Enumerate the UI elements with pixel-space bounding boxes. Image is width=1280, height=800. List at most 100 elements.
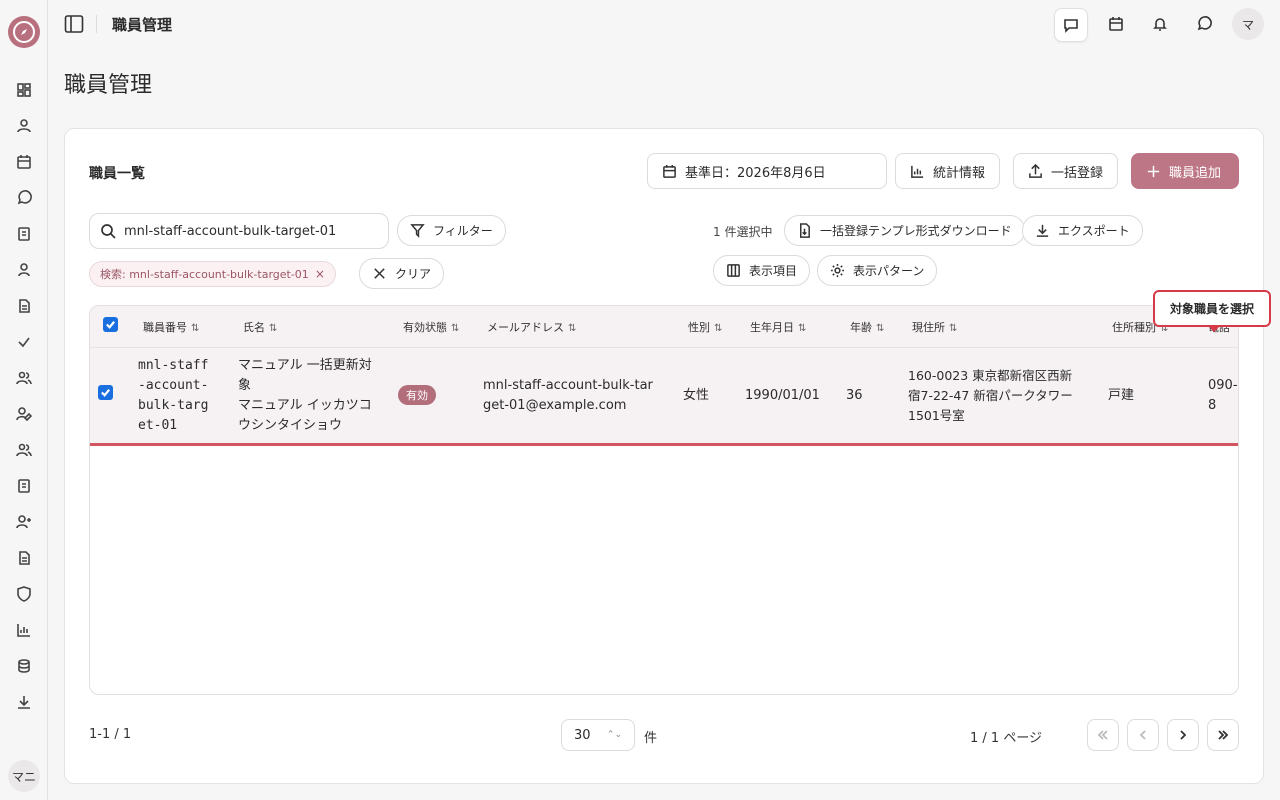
col-staff-no[interactable]: 職員番号 ⇅ <box>143 319 199 335</box>
sort-icon: ⇅ <box>798 323 807 334</box>
add-staff-button[interactable]: 職員追加 <box>1131 153 1239 189</box>
filter-icon <box>410 224 425 238</box>
sort-icon: ⇅ <box>451 323 460 334</box>
next-page-button[interactable] <box>1167 719 1199 751</box>
download-icon <box>1036 224 1049 237</box>
export-button[interactable]: エクスポート <box>1022 215 1143 246</box>
calendar-icon[interactable] <box>1100 8 1132 40</box>
calendar-icon[interactable] <box>14 152 34 172</box>
prev-page-button[interactable] <box>1127 719 1159 751</box>
address-line: 160-0023 東京都新宿区西新 <box>908 368 1073 383</box>
table-header: 職員番号 ⇅ 氏名 ⇅ 有効状態 ⇅ メールアドレス ⇅ 性別 ⇅ 生年月日 ⇅ 年齢 ⇅ 現… <box>90 306 1238 348</box>
search-input[interactable] <box>124 223 374 239</box>
shield-icon[interactable] <box>14 584 34 604</box>
cell-phone: 090- 8 <box>1208 376 1238 416</box>
select-arrows-icon: ⌃⌄ <box>606 730 622 740</box>
col-email-label: メールアドレス <box>487 321 564 334</box>
users-icon[interactable] <box>14 368 34 388</box>
bell-icon[interactable] <box>1144 8 1176 40</box>
add-staff-label: 職員追加 <box>1169 165 1222 181</box>
col-status[interactable]: 有効状態 ⇅ <box>403 319 459 335</box>
person-icon[interactable] <box>14 260 34 280</box>
col-gender[interactable]: 性別 ⇅ <box>688 319 722 335</box>
staff-no-line: et-01 <box>138 418 178 433</box>
bar-chart-icon <box>911 165 924 178</box>
per-page-value: 30 <box>574 727 591 743</box>
table-row[interactable]: mnl-staff -account- bulk-targ et-01 マニュア… <box>90 348 1238 446</box>
col-birthdate-label: 生年月日 <box>750 321 794 334</box>
message-icon[interactable] <box>1054 8 1088 42</box>
search-box <box>89 213 389 249</box>
database-icon[interactable] <box>14 656 34 676</box>
select-all-checkbox[interactable] <box>103 317 118 332</box>
address-line: 1501号室 <box>908 408 965 423</box>
file-download-icon <box>800 223 810 238</box>
col-name[interactable]: 氏名 ⇅ <box>243 319 277 335</box>
sidebar-user-avatar[interactable]: マニ <box>8 760 40 792</box>
file-icon[interactable] <box>14 296 34 316</box>
download-icon[interactable] <box>14 692 34 712</box>
user-plus-icon[interactable] <box>14 512 34 532</box>
app-title: 職員管理 <box>112 16 173 34</box>
list-icon[interactable] <box>14 476 34 496</box>
search-icon <box>101 224 116 239</box>
top-bar: 職員管理 マ <box>48 0 1280 48</box>
user-edit-icon[interactable] <box>14 404 34 424</box>
cell-gender: 女性 <box>683 388 710 403</box>
chat-icon[interactable] <box>1188 8 1220 40</box>
phone-line: 090- <box>1208 378 1238 393</box>
bulk-register-button[interactable]: 一括登録 <box>1013 153 1119 189</box>
row-checkbox[interactable] <box>98 385 113 400</box>
selected-count: 1 件選択中 <box>713 225 773 239</box>
report-icon[interactable] <box>14 548 34 568</box>
dashboard-icon[interactable] <box>14 80 34 100</box>
col-address-label: 現住所 <box>912 321 945 334</box>
plus-icon <box>1147 165 1160 177</box>
status-badge: 有効 <box>398 385 436 405</box>
sidebar-toggle-icon[interactable] <box>64 14 84 34</box>
sort-icon: ⇅ <box>269 323 278 334</box>
display-pattern-label: 表示パターン <box>853 264 925 278</box>
col-age-label: 年齢 <box>850 321 872 334</box>
col-birthdate[interactable]: 生年月日 ⇅ <box>750 319 806 335</box>
col-address[interactable]: 現住所 ⇅ <box>912 319 957 335</box>
sort-icon: ⇅ <box>191 323 200 334</box>
columns-button[interactable]: 表示項目 <box>713 255 811 286</box>
col-staff-no-label: 職員番号 <box>143 321 187 334</box>
stats-button[interactable]: 統計情報 <box>895 153 1001 189</box>
result-range: 1-1 / 1 <box>89 727 132 742</box>
app-logo[interactable] <box>8 16 40 48</box>
chart-icon[interactable] <box>14 620 34 640</box>
group-icon[interactable] <box>14 440 34 460</box>
clear-button[interactable]: クリア <box>359 258 445 289</box>
sort-icon: ⇅ <box>568 323 577 334</box>
check-icon[interactable] <box>14 332 34 352</box>
template-download-button[interactable]: 一括登録テンプレ形式ダウンロード <box>784 215 1025 246</box>
last-page-button[interactable] <box>1207 719 1239 751</box>
staff-table: 職員番号 ⇅ 氏名 ⇅ 有効状態 ⇅ メールアドレス ⇅ 性別 ⇅ 生年月日 ⇅ 年齢 ⇅ 現… <box>89 305 1239 695</box>
col-status-label: 有効状態 <box>403 321 447 334</box>
chat-icon[interactable] <box>14 188 34 208</box>
per-page-select[interactable]: 30 ⌃⌄ <box>561 719 635 751</box>
staff-list-card: 職員一覧 基準日：2026年8月6日 統計情報 一括登録 職員追加 フィルター … <box>64 128 1271 784</box>
cell-staff-no: mnl-staff -account- bulk-targ et-01 <box>138 356 208 436</box>
first-page-button[interactable] <box>1087 719 1119 751</box>
user-icon[interactable] <box>14 116 34 136</box>
col-email[interactable]: メールアドレス ⇅ <box>487 319 576 335</box>
staff-no-line: -account- <box>138 378 209 393</box>
cell-age: 36 <box>846 388 863 403</box>
user-avatar[interactable]: マ <box>1232 8 1264 40</box>
document-icon[interactable] <box>14 224 34 244</box>
display-pattern-button[interactable]: 表示パターン <box>817 255 938 286</box>
search-chip: 検索: mnl-staff-account-bulk-target-01 × <box>89 261 336 287</box>
chevron-right-icon <box>1180 730 1187 740</box>
base-date-button[interactable]: 基準日：2026年8月6日 <box>647 153 887 189</box>
col-age[interactable]: 年齢 ⇅ <box>850 319 884 335</box>
col-address-type-label: 住所種別 <box>1112 321 1156 334</box>
chip-close-icon[interactable]: × <box>315 267 325 281</box>
filter-button[interactable]: フィルター <box>397 215 506 246</box>
cell-birthdate: 1990/01/01 <box>745 388 820 403</box>
sort-icon: ⇅ <box>714 323 723 334</box>
columns-label: 表示項目 <box>749 264 798 278</box>
tooltip-arrow <box>1208 326 1220 332</box>
